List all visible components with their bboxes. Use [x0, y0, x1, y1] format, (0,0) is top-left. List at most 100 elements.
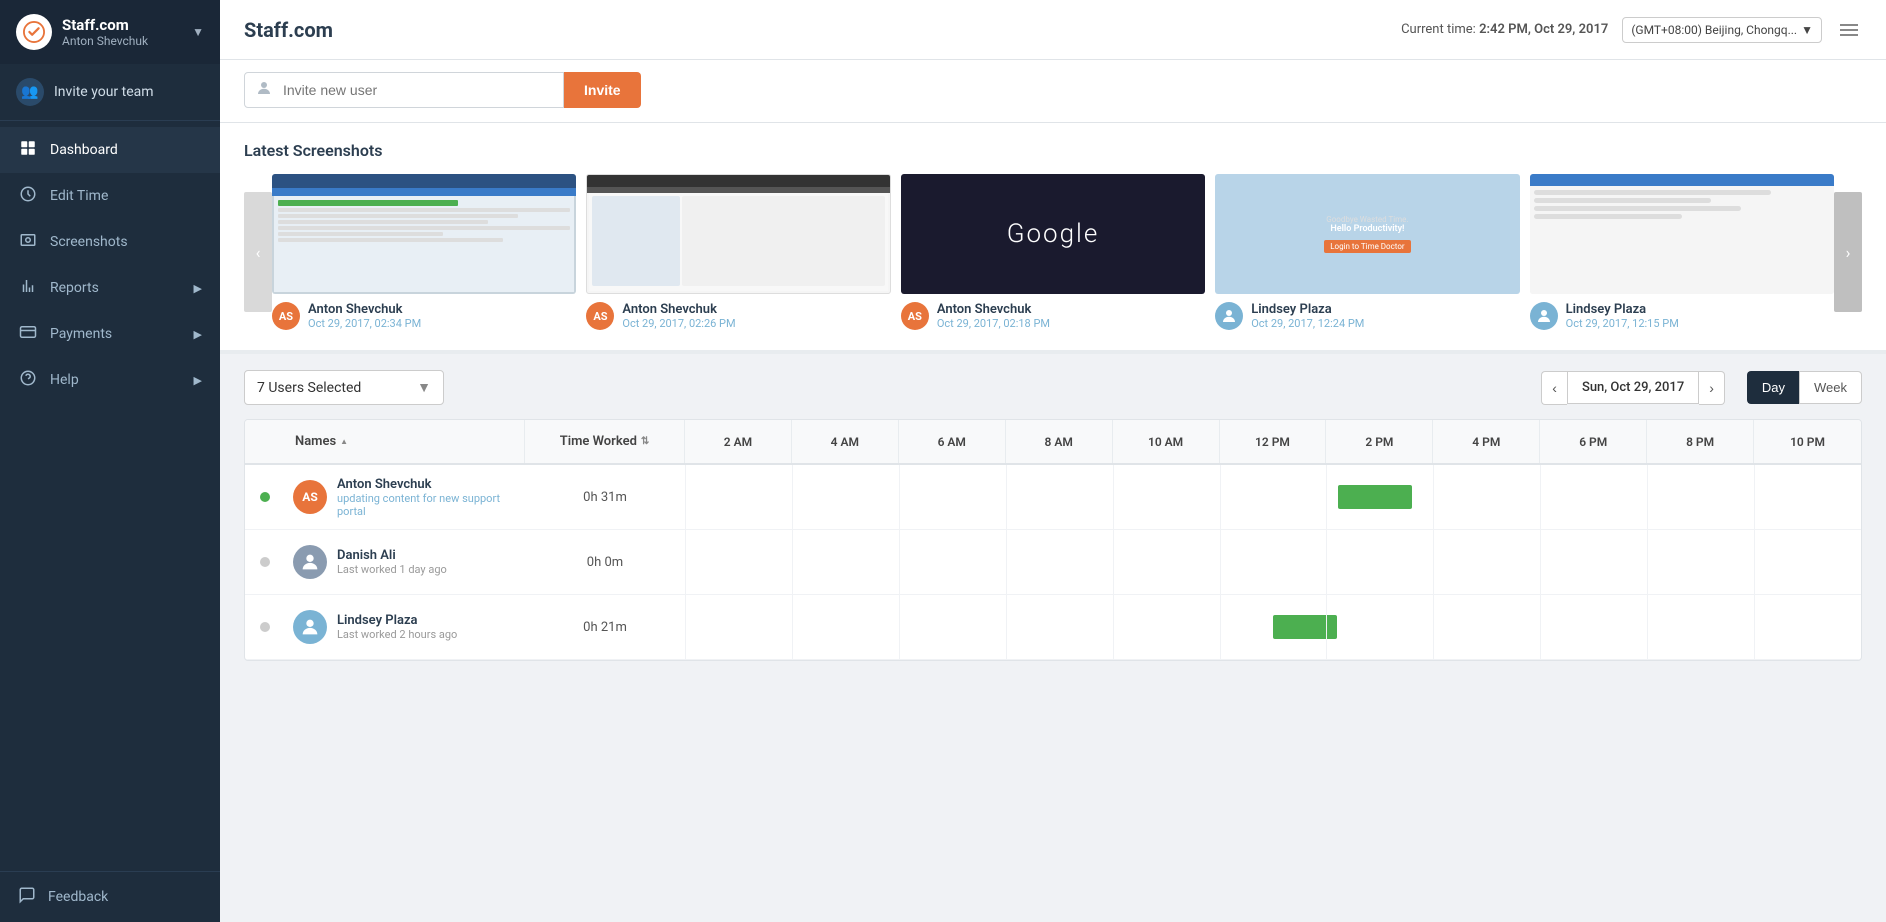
invite-new-user-input[interactable]: [283, 73, 563, 107]
user-cell-1: AS Anton Shevchuk updating content for n…: [285, 467, 525, 528]
user-status-2: Last worked 1 day ago: [337, 563, 447, 576]
sidebar-feedback[interactable]: Feedback: [0, 871, 220, 922]
date-prev-button[interactable]: ‹: [1541, 371, 1567, 405]
th-2am: 2 AM: [685, 420, 792, 463]
th-8am: 8 AM: [1006, 420, 1113, 463]
hour-10am-2: [1113, 530, 1220, 594]
screenshot-thumb-4[interactable]: Goodbye Wasted Time. Hello Productivity!…: [1215, 174, 1519, 294]
username-2: Danish Ali: [337, 548, 447, 563]
screenshot-item-3: Google AS Anton Shevchuk Oct 29, 2017, 0…: [901, 174, 1205, 330]
screenshot-meta-4: Lindsey Plaza Oct 29, 2017, 12:24 PM: [1215, 302, 1519, 330]
hour-6am-3: [899, 595, 1006, 659]
hour-8pm-2: [1647, 530, 1754, 594]
timeline-section: 7 Users Selected ▼ ‹ Sun, Oct 29, 2017 ›…: [220, 354, 1886, 661]
users-select-dropdown[interactable]: 7 Users Selected ▼: [244, 370, 444, 405]
invite-button[interactable]: Invite: [564, 72, 641, 108]
user-status-3: Last worked 2 hours ago: [337, 628, 457, 641]
hour-4pm-2: [1433, 530, 1540, 594]
hamburger-menu[interactable]: [1836, 20, 1862, 40]
date-navigation: ‹ Sun, Oct 29, 2017 ›: [1541, 371, 1725, 405]
activity-bar-1: [1338, 485, 1412, 509]
hour-10am-3: [1113, 595, 1220, 659]
table-row: Danish Ali Last worked 1 day ago 0h 0m: [245, 530, 1861, 595]
chevron-right-icon: ▶: [194, 282, 202, 295]
hour-2pm-2: [1326, 530, 1433, 594]
date-next-button[interactable]: ›: [1699, 371, 1725, 405]
hour-12pm-1: [1220, 465, 1327, 529]
sidebar-item-reports[interactable]: Reports ▶: [0, 265, 220, 311]
sidebar-logo[interactable]: Staff.com Anton Shevchuk ▼: [0, 0, 220, 64]
sidebar-item-dashboard[interactable]: Dashboard: [0, 127, 220, 173]
timeline-table: Names ▲ Time Worked ⇅ 2 AM 4 AM 6 AM 8 A…: [244, 419, 1862, 661]
th-10am: 10 AM: [1113, 420, 1220, 463]
table-row: Lindsey Plaza Last worked 2 hours ago 0h…: [245, 595, 1861, 660]
current-time-value: 2:42 PM, Oct 29, 2017: [1479, 22, 1608, 37]
screenshot-thumb-1[interactable]: [272, 174, 576, 294]
screenshot-username-2: Anton Shevchuk: [622, 302, 735, 317]
sidebar-invite-team[interactable]: 👥 Invite your team: [0, 64, 220, 121]
screenshots-section: Latest Screenshots ‹: [220, 123, 1886, 354]
screenshot-item: AS Anton Shevchuk Oct 29, 2017, 02:34 PM: [272, 174, 576, 330]
hour-8am-1: [1006, 465, 1113, 529]
sidebar-nav: Dashboard Edit Time Screenshots Reports …: [0, 121, 220, 871]
screenshot-thumb-2[interactable]: [586, 174, 890, 294]
hour-10pm-1: [1754, 465, 1861, 529]
screenshot-time-5: Oct 29, 2017, 12:15 PM: [1566, 317, 1679, 330]
th-names[interactable]: Names ▲: [285, 420, 525, 463]
sort-arrows-names: ▲: [340, 438, 348, 446]
username-1: Anton Shevchuk: [337, 477, 517, 492]
timezone-select[interactable]: (GMT+08:00) Beijing, Chongq... ▼: [1622, 17, 1822, 43]
screenshots-icon: [18, 231, 38, 253]
screenshot-time-4: Oct 29, 2017, 12:24 PM: [1251, 317, 1364, 330]
carousel-prev-button[interactable]: ‹: [244, 192, 272, 312]
sidebar-item-edit-time[interactable]: Edit Time: [0, 173, 220, 219]
hour-6pm-1: [1540, 465, 1647, 529]
sort-icon-time: ⇅: [641, 436, 649, 447]
status-cell-2: [245, 557, 285, 567]
header: Staff.com Current time: 2:42 PM, Oct 29,…: [220, 0, 1886, 60]
avatar-anton: AS: [293, 480, 327, 514]
feedback-icon: [18, 886, 36, 908]
hour-12pm-3: [1220, 595, 1327, 659]
logo-user: Anton Shevchuk: [62, 34, 148, 48]
sidebar: Staff.com Anton Shevchuk ▼ 👥 Invite your…: [0, 0, 220, 922]
user-cell-2: Danish Ali Last worked 1 day ago: [285, 535, 525, 589]
th-2pm: 2 PM: [1326, 420, 1433, 463]
th-6pm: 6 PM: [1540, 420, 1647, 463]
status-indicator-offline-2: [260, 557, 270, 567]
sidebar-item-payments[interactable]: Payments ▶: [0, 311, 220, 357]
screenshot-thumb-3[interactable]: Google: [901, 174, 1205, 294]
help-icon: [18, 369, 38, 391]
sidebar-item-label-help: Help: [50, 372, 79, 388]
invite-input-wrap: [244, 72, 564, 108]
user-avatar-icon: [245, 79, 283, 102]
hour-6am-1: [899, 465, 1006, 529]
reports-icon: [18, 277, 38, 299]
time-worked-1: 0h 31m: [525, 480, 685, 515]
feedback-label: Feedback: [48, 889, 108, 905]
screenshot-username-3: Anton Shevchuk: [937, 302, 1050, 317]
screenshot-meta-5: Lindsey Plaza Oct 29, 2017, 12:15 PM: [1530, 302, 1834, 330]
hour-8am-3: [1006, 595, 1113, 659]
view-day-button[interactable]: Day: [1747, 371, 1799, 404]
sidebar-item-screenshots[interactable]: Screenshots: [0, 219, 220, 265]
sidebar-item-help[interactable]: Help ▶: [0, 357, 220, 403]
screenshot-thumb-5[interactable]: [1530, 174, 1834, 294]
hour-6pm-3: [1540, 595, 1647, 659]
hour-2am-2: [685, 530, 792, 594]
sidebar-item-label-payments: Payments: [50, 326, 112, 342]
th-4am: 4 AM: [792, 420, 899, 463]
view-week-button[interactable]: Week: [1799, 371, 1862, 404]
th-time-worked[interactable]: Time Worked ⇅: [525, 420, 685, 463]
status-indicator-offline-3: [260, 622, 270, 632]
screenshot-item-2: AS Anton Shevchuk Oct 29, 2017, 02:26 PM: [586, 174, 890, 330]
screenshot-time-1: Oct 29, 2017, 02:34 PM: [308, 317, 421, 330]
carousel-next-button[interactable]: ›: [1834, 192, 1862, 312]
hour-2am-3: [685, 595, 792, 659]
hour-8pm-1: [1647, 465, 1754, 529]
th-12pm: 12 PM: [1220, 420, 1327, 463]
th-4pm: 4 PM: [1433, 420, 1540, 463]
table-row: AS Anton Shevchuk updating content for n…: [245, 465, 1861, 530]
th-status: [245, 420, 285, 463]
screenshots-list: AS Anton Shevchuk Oct 29, 2017, 02:34 PM: [272, 174, 1834, 330]
